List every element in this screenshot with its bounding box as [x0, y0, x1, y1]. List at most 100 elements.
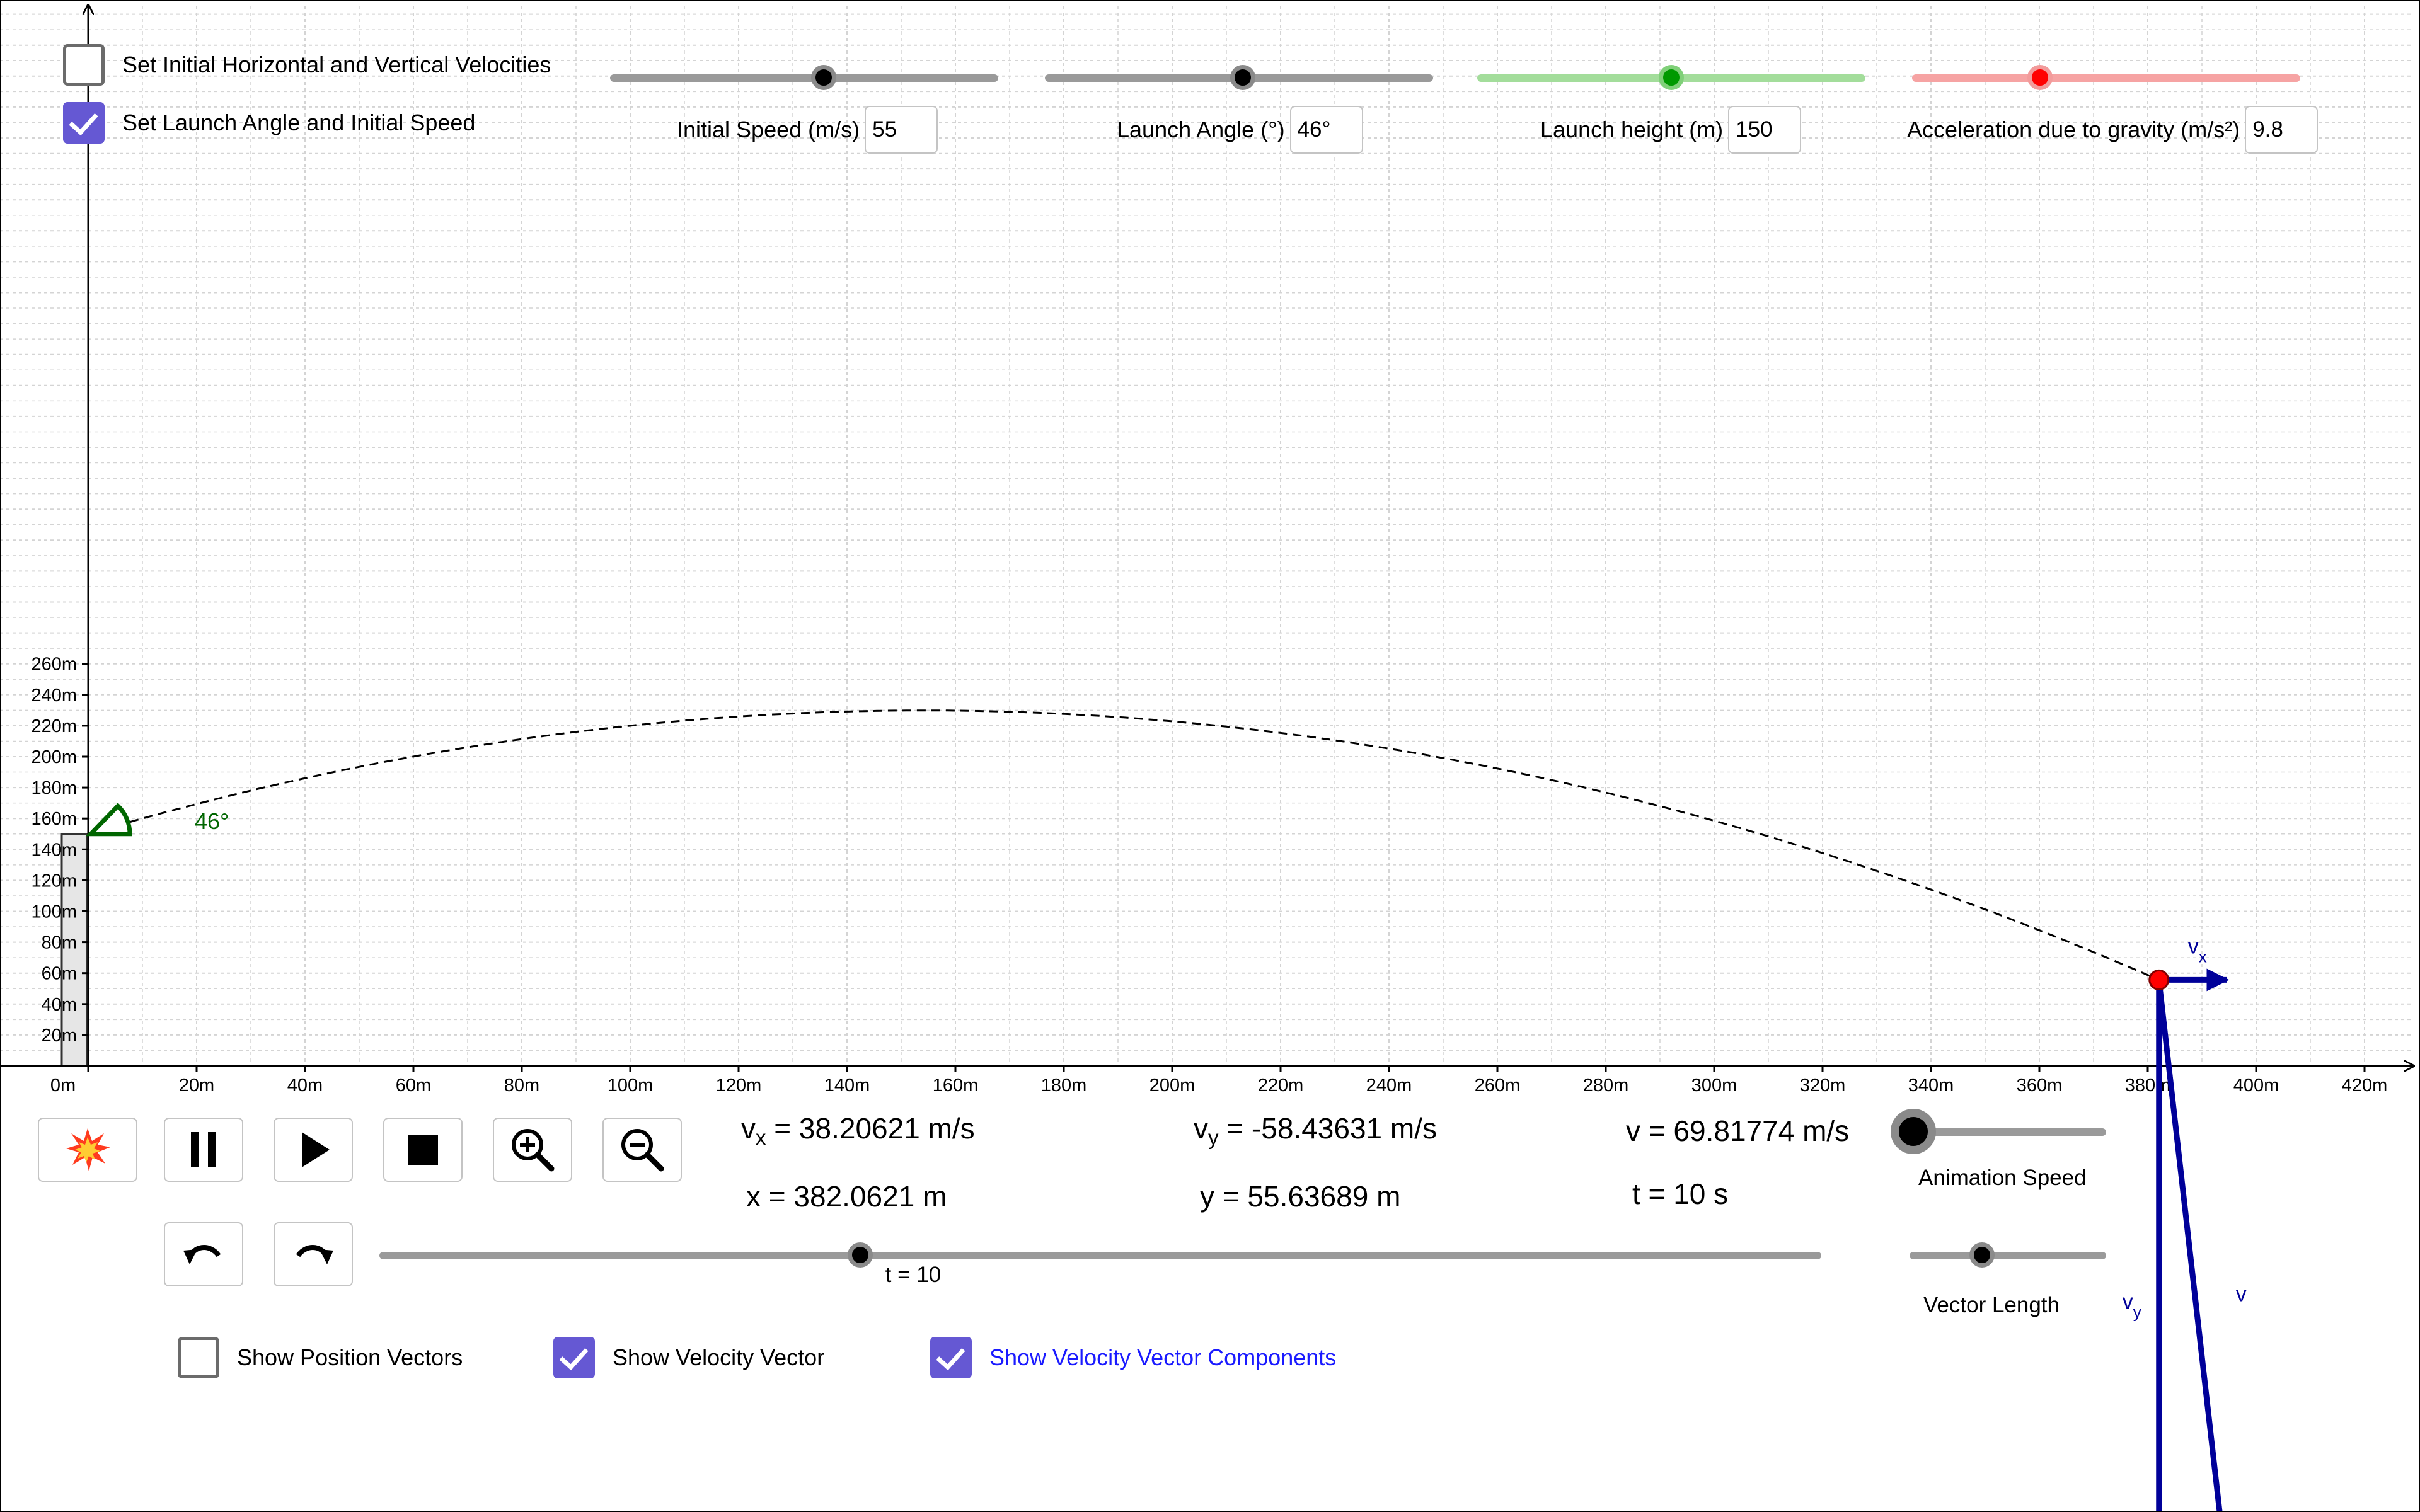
x-tick-label: 320m [1800, 1075, 1846, 1096]
projectile-ball[interactable] [2148, 969, 2170, 990]
x-tick-label: 300m [1691, 1075, 1737, 1096]
y-tick-label: 220m [31, 716, 77, 736]
x-tick-label: 100m [608, 1075, 654, 1096]
vy-readout: vy = -58.43631 m/s [1194, 1111, 1437, 1150]
slider-knob[interactable] [1891, 1109, 1936, 1154]
slider-knob[interactable] [847, 1242, 873, 1268]
reset-button[interactable] [38, 1118, 137, 1182]
slider-track[interactable] [1913, 1128, 2106, 1136]
vx-symbol: v [741, 1112, 756, 1145]
vx-value: = 38.20621 m/s [766, 1112, 975, 1145]
launch-angle-marker[interactable] [85, 803, 132, 837]
time-readout: t = 10 s [1632, 1177, 1729, 1210]
slider-track[interactable] [610, 74, 998, 82]
vector-length-label: Vector Length [1923, 1293, 2060, 1317]
undo-button[interactable] [164, 1222, 243, 1286]
vy-value: = -58.43631 m/s [1218, 1112, 1437, 1145]
x-tick-label: 0m [50, 1075, 76, 1096]
vx-subscript: x [756, 1126, 766, 1150]
checkbox-box[interactable] [930, 1337, 972, 1378]
launch-angle-label: Launch Angle (°) [1117, 117, 1285, 142]
slider-track[interactable] [1912, 74, 2300, 82]
time-slider[interactable] [379, 1242, 1821, 1268]
gravity-slider[interactable] [1912, 65, 2300, 90]
slider-knob[interactable] [810, 65, 836, 90]
vy-vector-label: vy [2123, 1290, 2141, 1321]
show-velocity-vector-checkbox[interactable]: Show Velocity Vector [553, 1337, 824, 1378]
y-tick-label: 20m [42, 1026, 77, 1046]
y-tick-label: 120m [31, 871, 77, 891]
redo-button[interactable] [274, 1222, 353, 1286]
checkbox-box[interactable] [178, 1337, 219, 1378]
x-tick-label: 40m [287, 1075, 323, 1096]
gravity-input[interactable]: 9.8 [2245, 106, 2319, 154]
vx-readout: vx = 38.20621 m/s [741, 1111, 975, 1150]
initial-speed-slider[interactable] [610, 65, 998, 90]
x-tick-label: 200m [1150, 1075, 1196, 1096]
grid-lines [0, 6, 2414, 1066]
y-tick-label: 260m [31, 655, 77, 675]
velocity-vector [2156, 979, 2223, 1512]
y-tick-label: 40m [42, 995, 77, 1015]
launch-height-label: Launch height (m) [1540, 117, 1724, 142]
launch-angle-slider[interactable] [1045, 65, 1433, 90]
zoom-out-icon [621, 1129, 664, 1172]
slider-knob[interactable] [1969, 1242, 1995, 1268]
checkbox-box[interactable] [63, 44, 105, 86]
checkbox-box[interactable] [553, 1337, 595, 1378]
pause-icon [191, 1132, 216, 1167]
y-position-readout: y = 55.63689 m [1200, 1180, 1401, 1213]
show-position-vectors-checkbox[interactable]: Show Position Vectors [178, 1337, 463, 1378]
play-icon [302, 1132, 330, 1167]
launch-angle-param: Launch Angle (°) 46° [1117, 106, 1363, 154]
launch-height-input[interactable]: 150 [1728, 106, 1802, 154]
x-tick-label: 80m [504, 1075, 539, 1096]
show-velocity-components-checkbox[interactable]: Show Velocity Vector Components [930, 1337, 1336, 1378]
show-velocity-vector-label: Show Velocity Vector [613, 1344, 825, 1370]
zoom-in-button[interactable] [493, 1118, 572, 1182]
v-vector-label: v [2236, 1282, 2247, 1306]
initial-speed-input[interactable]: 55 [865, 106, 938, 154]
x-tick-label: 180m [1041, 1075, 1087, 1096]
slider-knob[interactable] [1230, 65, 1256, 90]
x-tick-label: 420m [2342, 1075, 2388, 1096]
launch-angle-input[interactable]: 46° [1289, 106, 1363, 154]
y-tick-label: 60m [42, 964, 77, 984]
projectile-graph[interactable]: 0m 20m 40m 60m 80m 100m 120m 140m 160m 180m 200m 22… [0, 0, 2420, 1512]
vector-length-slider[interactable] [1910, 1242, 2106, 1268]
pause-button[interactable] [164, 1118, 243, 1182]
x-tick-label: 240m [1366, 1075, 1412, 1096]
x-tick-label: 120m [716, 1075, 762, 1096]
set-angle-speed-checkbox[interactable]: Set Launch Angle and Initial Speed [63, 102, 475, 144]
animation-speed-label: Animation Speed [1918, 1166, 2087, 1190]
slider-track[interactable] [379, 1252, 1821, 1259]
x-tick-label: 260m [1475, 1075, 1521, 1096]
set-velocity-components-checkbox[interactable]: Set Initial Horizontal and Vertical Velo… [63, 44, 551, 86]
gravity-label: Acceleration due to gravity (m/s²) [1907, 117, 2240, 142]
slider-knob[interactable] [1659, 65, 1684, 90]
zoom-out-button[interactable] [602, 1118, 682, 1182]
x-tick-label: 20m [179, 1075, 214, 1096]
explosion-icon [66, 1128, 110, 1171]
tick-labels: 0m 20m 40m 60m 80m 100m 120m 140m 160m 180m 200m 22… [31, 655, 2387, 1096]
simulation-stage: 0m 20m 40m 60m 80m 100m 120m 140m 160m 180m 200m 22… [0, 0, 2420, 1512]
slider-track[interactable] [1910, 1252, 2106, 1259]
y-tick-label: 80m [42, 933, 77, 953]
animation-speed-slider[interactable] [1891, 1109, 2106, 1154]
launch-angle-label: 46° [195, 808, 229, 834]
time-slider-label: t = 10 [885, 1263, 942, 1287]
y-tick-label: 180m [31, 778, 77, 798]
zoom-in-icon [512, 1129, 555, 1172]
y-tick-label: 140m [31, 840, 77, 860]
initial-speed-label: Initial Speed (m/s) [677, 117, 860, 142]
y-tick-label: 100m [31, 902, 77, 922]
y-tick-label: 200m [31, 747, 77, 767]
vy-symbol: v [1194, 1112, 1208, 1145]
launch-height-slider[interactable] [1477, 65, 1865, 90]
undo-icon [183, 1245, 221, 1264]
play-button[interactable] [274, 1118, 353, 1182]
slider-knob[interactable] [2027, 65, 2053, 90]
stop-button[interactable] [383, 1118, 463, 1182]
x-tick-label: 280m [1583, 1075, 1629, 1096]
checkbox-box[interactable] [63, 102, 105, 144]
